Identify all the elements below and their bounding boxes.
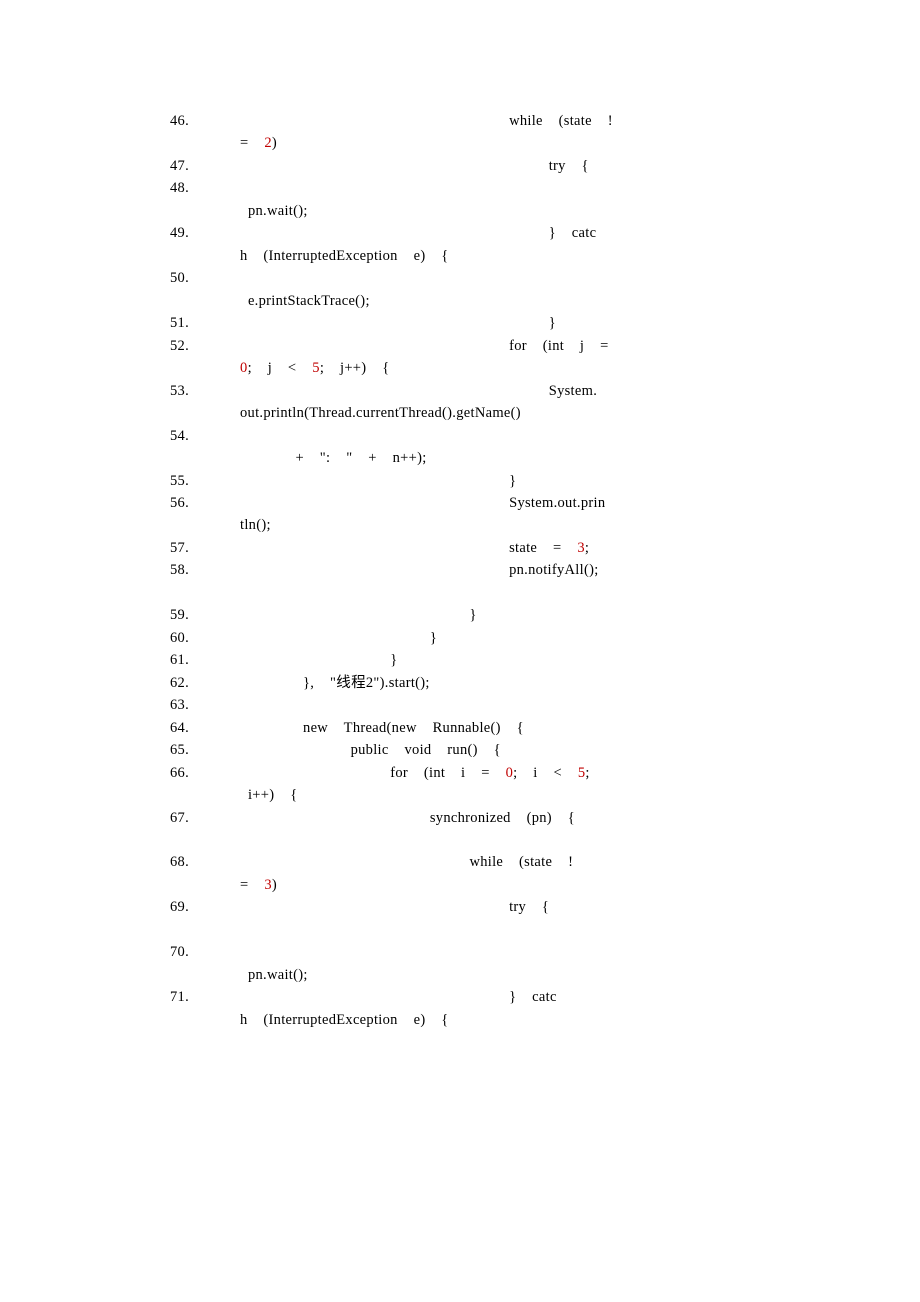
code-line: }, "线程2").start(); <box>170 672 750 694</box>
code-line: } <box>170 604 750 626</box>
code-line: System.out.prin tln(); <box>170 492 750 537</box>
code-line: + ": " + n++); <box>170 425 750 470</box>
code-line: synchronized (pn) { <box>170 807 750 852</box>
code-line: public void run() { <box>170 739 750 761</box>
code-line: while (state ! = 3) <box>170 851 750 896</box>
code-line: e.printStackTrace(); <box>170 267 750 312</box>
code-line: for (int i = 0; i < 5; i++) { <box>170 762 750 807</box>
code-line: try { <box>170 155 750 177</box>
code-line: state = 3; <box>170 537 750 559</box>
code-line: System. out.println(Thread.currentThread… <box>170 380 750 425</box>
code-line: } <box>170 627 750 649</box>
page: while (state ! = 2) try { pn.wait(); } c… <box>0 0 920 1302</box>
code-line: for (int j = 0; j < 5; j++) { <box>170 335 750 380</box>
code-line: pn.wait(); <box>170 177 750 222</box>
code-line <box>170 694 750 716</box>
code-line: } <box>170 470 750 492</box>
code-line: pn.notifyAll(); <box>170 559 750 604</box>
code-line: } <box>170 649 750 671</box>
code-listing: while (state ! = 2) try { pn.wait(); } c… <box>170 110 750 1031</box>
code-line: } <box>170 312 750 334</box>
code-line: pn.wait(); <box>170 941 750 986</box>
code-line: while (state ! = 2) <box>170 110 750 155</box>
code-line: } catc h (InterruptedException e) { <box>170 222 750 267</box>
code-line: } catc h (InterruptedException e) { <box>170 986 750 1031</box>
code-line: try { <box>170 896 750 941</box>
code-line: new Thread(new Runnable() { <box>170 717 750 739</box>
